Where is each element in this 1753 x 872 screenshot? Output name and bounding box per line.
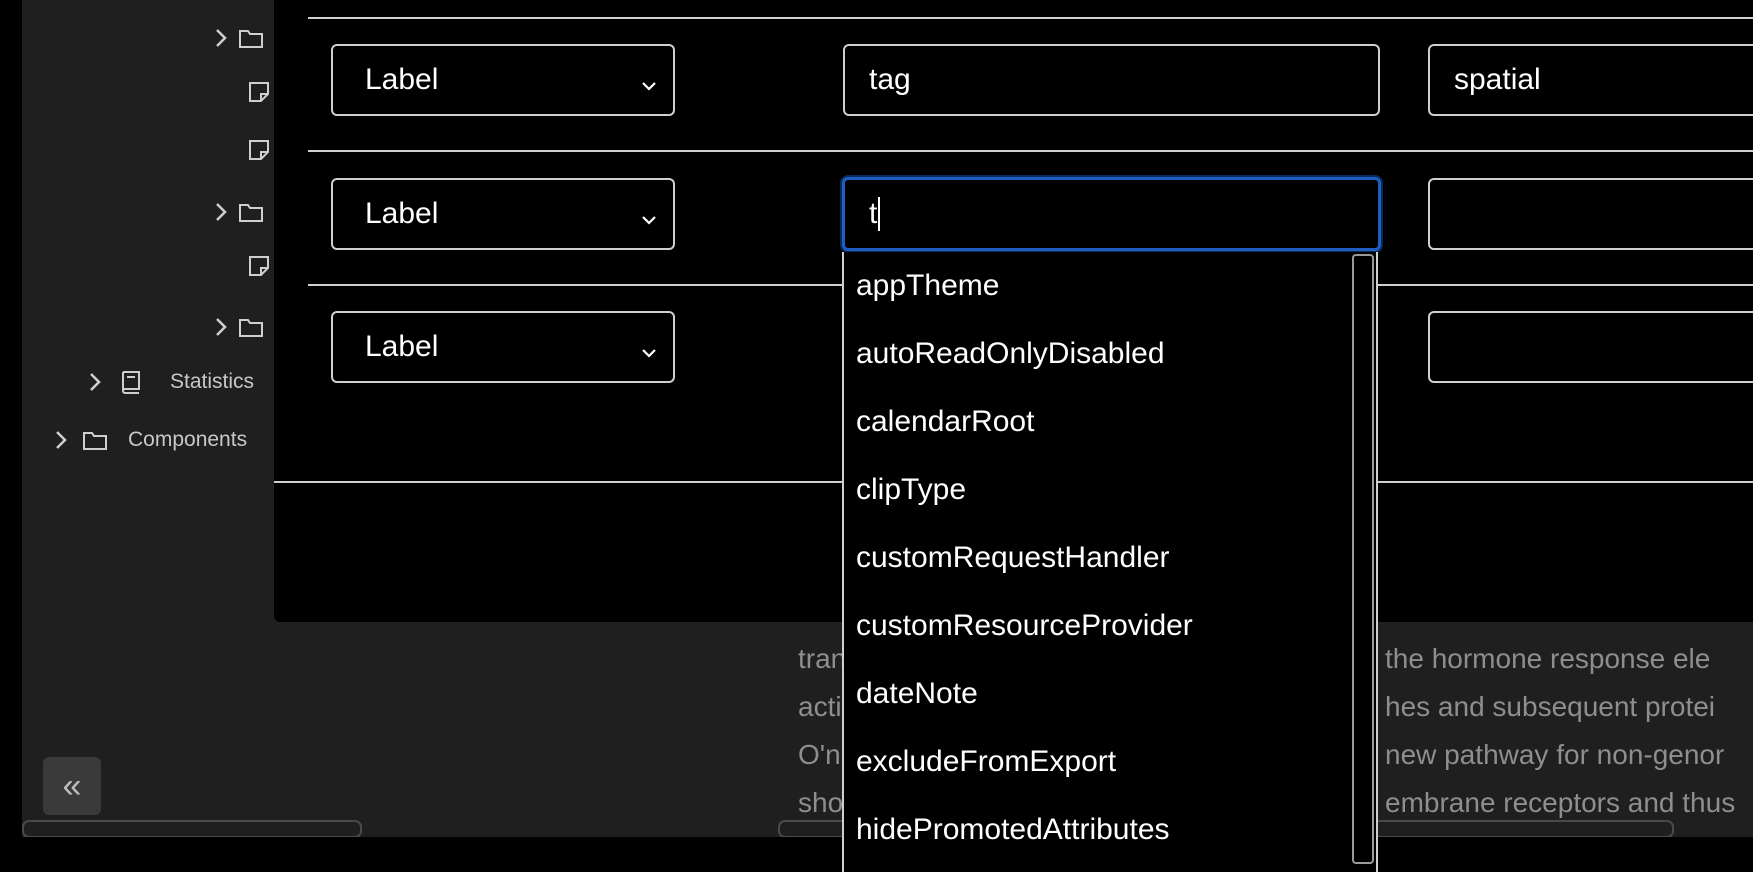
- folder-icon: [238, 199, 264, 225]
- autocomplete-dropdown: appTheme autoReadOnlyDisabled calendarRo…: [842, 252, 1378, 872]
- chevron-down-icon: [639, 70, 659, 91]
- note-text-line: tran: [798, 643, 847, 674]
- sidebar-horizontal-scrollbar[interactable]: [22, 820, 362, 837]
- tree-item-note-2[interactable]: [246, 130, 272, 170]
- attribute-value-text: spatial: [1454, 63, 1541, 96]
- autocomplete-scrollbar[interactable]: [1352, 254, 1374, 864]
- tree-item-note-1[interactable]: [246, 72, 272, 112]
- folder-icon: [238, 25, 264, 51]
- attribute-type-value: Label: [365, 330, 439, 363]
- autocomplete-option[interactable]: calendarRoot: [844, 388, 1376, 456]
- note-text-line: hes and subsequent protei: [1385, 691, 1716, 722]
- tree-item-components[interactable]: Components: [50, 420, 247, 460]
- folder-icon: [82, 427, 108, 453]
- chevron-right-icon[interactable]: [210, 316, 232, 338]
- attribute-type-value: Label: [365, 63, 439, 96]
- autocomplete-option[interactable]: appTheme: [844, 252, 1376, 320]
- note-text-line: new pathway for non-genor: [1385, 739, 1725, 770]
- attribute-value-input[interactable]: [1428, 178, 1753, 250]
- autocomplete-option[interactable]: excludeFromExport: [844, 728, 1376, 796]
- chevron-down-icon: [639, 204, 659, 225]
- autocomplete-option[interactable]: autoReadOnlyDisabled: [844, 320, 1376, 388]
- chevron-right-icon[interactable]: [50, 429, 72, 451]
- attribute-name-value: t: [869, 197, 878, 230]
- attribute-name-input-focused[interactable]: t: [842, 177, 1381, 251]
- autocomplete-option[interactable]: dateNote: [844, 660, 1376, 728]
- chevron-down-icon: [639, 337, 659, 358]
- row-divider: [308, 17, 1753, 19]
- attribute-type-select[interactable]: Label: [331, 178, 675, 250]
- tree-item-folder-2[interactable]: [210, 192, 264, 232]
- chevron-right-icon[interactable]: [210, 27, 232, 49]
- note-text-line: O'n: [798, 739, 841, 770]
- attribute-name-input[interactable]: tag: [843, 44, 1380, 116]
- attribute-type-value: Label: [365, 197, 439, 230]
- tree-item-folder-1[interactable]: [210, 18, 264, 58]
- tree-item-statistics[interactable]: Statistics: [84, 362, 254, 402]
- autocomplete-option[interactable]: hidePromotedAttributes: [844, 796, 1376, 864]
- attribute-value-input[interactable]: spatial: [1428, 44, 1753, 116]
- note-icon: [246, 137, 272, 163]
- tree-item-note-3[interactable]: [246, 246, 272, 286]
- attribute-name-value: tag: [869, 63, 911, 96]
- folder-icon: [238, 314, 264, 340]
- double-chevron-left-icon: «: [62, 766, 82, 805]
- note-icon: [246, 79, 272, 105]
- attribute-type-select[interactable]: Label: [331, 311, 675, 383]
- autocomplete-option[interactable]: customRequestHandler: [844, 524, 1376, 592]
- note-text-line: the hormone response ele: [1385, 643, 1711, 674]
- note-icon: [246, 253, 272, 279]
- attribute-type-select[interactable]: Label: [331, 44, 675, 116]
- collapse-sidebar-button[interactable]: «: [43, 757, 101, 815]
- tree-item-folder-3[interactable]: [210, 307, 264, 347]
- autocomplete-option[interactable]: clipType: [844, 456, 1376, 524]
- attribute-value-input[interactable]: [1428, 311, 1753, 383]
- book-icon: [118, 369, 144, 395]
- chevron-right-icon[interactable]: [210, 201, 232, 223]
- autocomplete-option[interactable]: customResourceProvider: [844, 592, 1376, 660]
- row-divider: [308, 150, 1753, 152]
- note-text-line: acti: [798, 691, 842, 722]
- tree-item-label: Statistics: [170, 370, 255, 393]
- tree-item-label: Components: [128, 428, 248, 451]
- text-cursor: [878, 197, 881, 231]
- chevron-right-icon[interactable]: [84, 371, 106, 393]
